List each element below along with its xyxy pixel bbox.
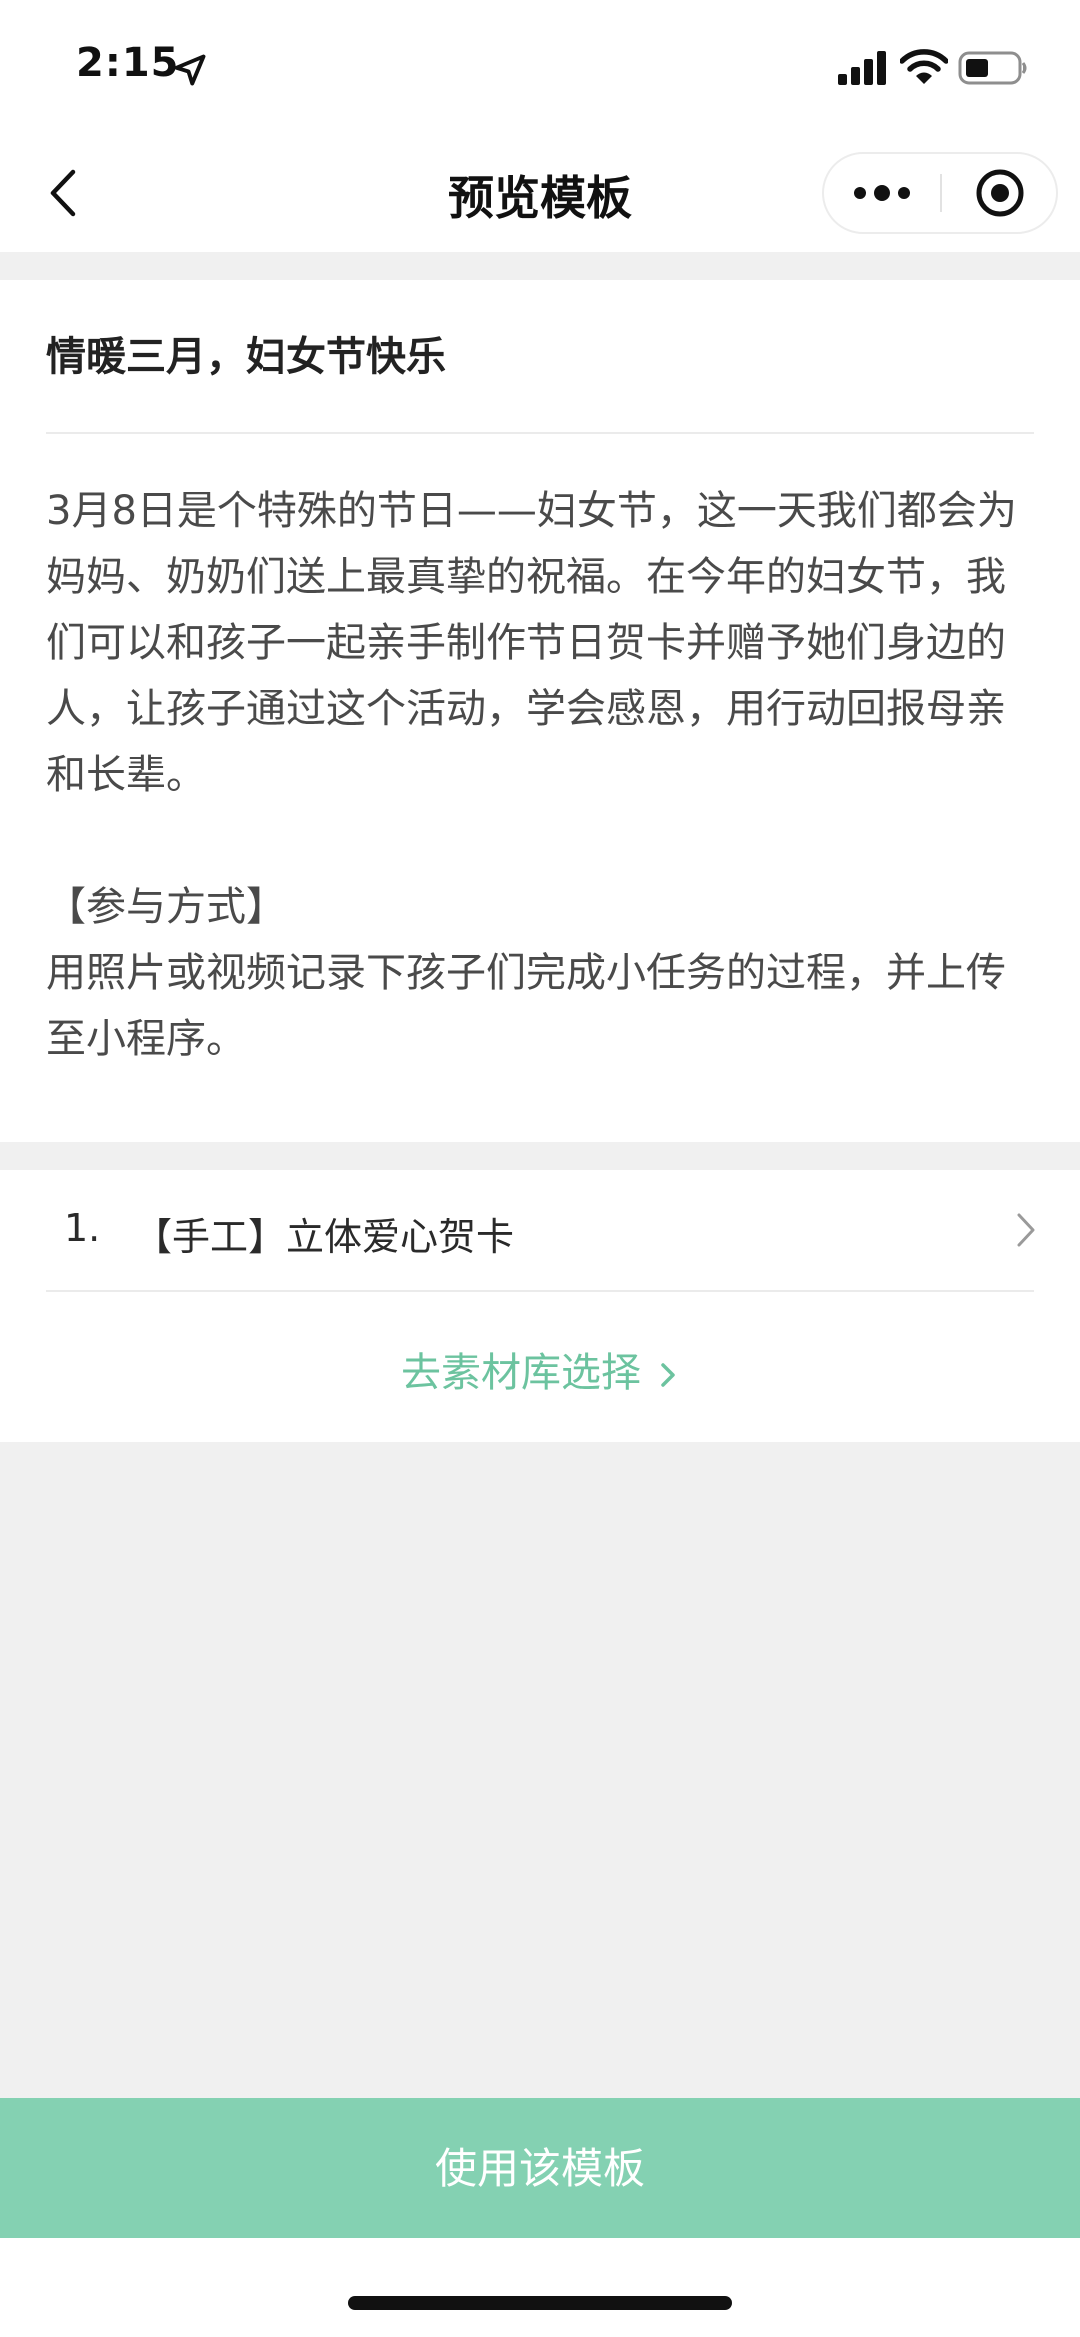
close-circle-icon	[976, 169, 1024, 217]
library-link[interactable]: 去素材库选择	[0, 1340, 1080, 1398]
article-paragraph: 3月8日是个特殊的节日——妇女节，这一天我们都会为妈妈、奶奶们送上最真挚的祝福。…	[46, 488, 1017, 798]
status-bar: 2:15	[0, 0, 1080, 134]
article-body: 3月8日是个特殊的节日——妇女节，这一天我们都会为妈妈、奶奶们送上最真挚的祝福。…	[46, 478, 1036, 1072]
article-title: 情暖三月，妇女节快乐	[46, 334, 446, 380]
home-indicator	[348, 2296, 732, 2310]
chevron-right-icon	[1017, 1213, 1035, 1247]
use-template-button[interactable]: 使用该模板	[0, 2098, 1080, 2238]
status-time: 2:15	[76, 40, 180, 86]
signal-icon	[838, 51, 886, 85]
close-button[interactable]	[942, 154, 1058, 232]
task-divider	[46, 1290, 1034, 1292]
chevron-right-icon	[661, 1363, 675, 1387]
mini-program-capsule	[822, 152, 1058, 234]
title-divider	[46, 432, 1034, 434]
location-arrow-icon	[174, 54, 206, 86]
more-button[interactable]	[824, 154, 940, 232]
library-link-label: 去素材库选择	[401, 1350, 641, 1396]
task-card: 1. 【手工】立体爱心贺卡 去素材库选择	[0, 1170, 1080, 1442]
battery-icon	[958, 51, 1027, 85]
task-index: 1.	[64, 1206, 101, 1250]
article-card: 情暖三月，妇女节快乐 3月8日是个特殊的节日——妇女节，这一天我们都会为妈妈、奶…	[0, 280, 1080, 1142]
home-area	[0, 2238, 1080, 2337]
task-item[interactable]: 1. 【手工】立体爱心贺卡	[0, 1170, 1080, 1290]
participation-heading: 【参与方式】	[46, 884, 286, 930]
article-paragraph: 用照片或视频记录下孩子们完成小任务的过程，并上传至小程序。	[46, 950, 1006, 1062]
wifi-icon	[900, 49, 948, 84]
more-icon	[854, 185, 910, 201]
nav-bar: 预览模板	[0, 134, 1080, 252]
task-label: 【手工】立体爱心贺卡	[134, 1215, 515, 1259]
